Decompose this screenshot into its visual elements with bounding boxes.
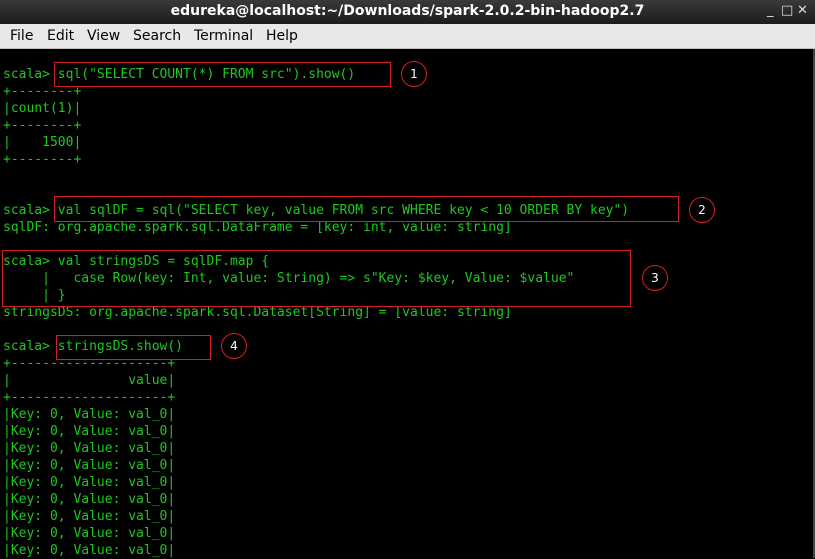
annotation-box-1 <box>54 62 391 87</box>
terminal-line: |Key: 0, Value: val_0| <box>3 526 176 541</box>
terminal-line: +--------+ <box>3 152 82 167</box>
maximize-button[interactable]: □ <box>781 3 793 18</box>
annotation-box-4 <box>56 335 211 360</box>
menu-terminal[interactable]: Terminal <box>194 28 253 44</box>
annotation-badge-4: 4 <box>221 333 247 359</box>
terminal-line: +--------+ <box>3 118 82 133</box>
annotation-badge-1: 1 <box>401 61 427 87</box>
terminal-line: | 1500| <box>3 135 82 150</box>
menu-search[interactable]: Search <box>133 28 181 44</box>
annotation-box-2 <box>54 196 679 222</box>
terminal-line: |Key: 0, Value: val_0| <box>3 475 176 490</box>
terminal-line: |Key: 0, Value: val_0| <box>3 492 176 507</box>
terminal-line: |Key: 0, Value: val_0| <box>3 441 176 456</box>
close-button[interactable]: ✕ <box>797 3 808 18</box>
terminal-line: |Key: 0, Value: val_0| <box>3 407 176 422</box>
menu-edit[interactable]: Edit <box>47 28 74 44</box>
annotation-badge-2: 2 <box>689 197 715 223</box>
minimize-button[interactable]: _ <box>767 3 774 18</box>
terminal-line: |count(1)| <box>3 101 82 116</box>
terminal-line: |Key: 0, Value: val_0| <box>3 458 176 473</box>
annotation-box-3 <box>2 250 631 307</box>
terminal-line: | value| <box>3 373 176 388</box>
annotation-badge-3: 3 <box>642 265 668 291</box>
terminal-line: |Key: 0, Value: val_0| <box>3 543 176 558</box>
terminal-line: |Key: 0, Value: val_0| <box>3 509 176 524</box>
menu-help[interactable]: Help <box>266 28 298 44</box>
menu-view[interactable]: View <box>87 28 120 44</box>
window-title: edureka@localhost:~/Downloads/spark-2.0.… <box>170 3 645 19</box>
menu-bar: File Edit View Search Terminal Help <box>0 24 815 49</box>
terminal-line: +--------------------+ <box>3 390 176 405</box>
terminal-line: |Key: 0, Value: val_0| <box>3 424 176 439</box>
menu-file[interactable]: File <box>10 28 33 44</box>
title-bar[interactable]: edureka@localhost:~/Downloads/spark-2.0.… <box>0 0 815 24</box>
